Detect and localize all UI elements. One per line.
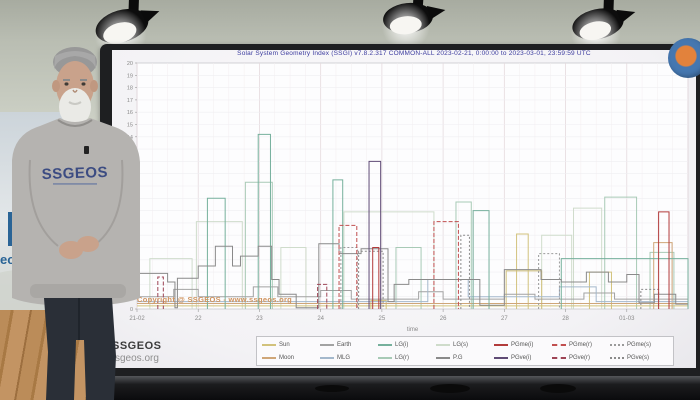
legend-label: PGve(i) [511, 354, 532, 361]
legend-swatch [494, 343, 508, 346]
board-tray [100, 376, 700, 400]
legend-label: LG(i) [395, 341, 409, 348]
eye [64, 82, 69, 86]
hair-fringe [54, 51, 96, 70]
screen-footer-url: ssgeos.org [110, 353, 159, 364]
microphone-icon [84, 146, 89, 154]
eye [81, 82, 86, 86]
chart-watermark: Copyright @ SSGEOS - www.ssgeos.org [137, 295, 293, 304]
legend-swatch [378, 356, 392, 359]
legend-item-LG(r): LG(r) [378, 355, 436, 361]
legend-item-LG(i): LG(i) [378, 342, 436, 348]
legend-label: PGve(r) [569, 354, 590, 361]
marker [540, 384, 576, 393]
legend-item-Sun: Sun [262, 342, 320, 348]
legend-label: P.G [453, 354, 463, 361]
legend-label: PGme(i) [511, 341, 534, 348]
legend-label: LG(r) [395, 354, 409, 361]
legend-label: Moon [279, 354, 295, 361]
legend-label: Sun [279, 341, 290, 348]
legend-label: PGve(s) [627, 354, 650, 361]
marker [430, 384, 470, 393]
screen-footer-brand: SSGEOS [112, 340, 162, 352]
legend-swatch [436, 356, 450, 359]
legend-item-PGme(r): PGme(r) [552, 342, 610, 348]
eyebrow [63, 79, 70, 81]
legend-swatch [436, 343, 450, 346]
chart-legend: Sun Moon Earth MLG LG(i) LG(r) LG(s) P.G PGme(i)… [256, 336, 674, 366]
background-banner: eon [0, 112, 64, 310]
banner-graphic [0, 270, 64, 310]
legend-item-Moon: Moon [262, 355, 320, 361]
legend-swatch [320, 343, 334, 346]
legend-item-PGve(r): PGve(r) [552, 355, 610, 361]
legend-swatch [552, 343, 566, 346]
eyebrow [80, 79, 87, 81]
chart-title: Solar System Geometry Index (SSGI) v7.8.… [237, 50, 591, 57]
hair [53, 47, 97, 77]
banner-partial-text: eon [0, 252, 24, 267]
legend-label: PGme(s) [627, 341, 651, 348]
legend-item-PGme(s): PGme(s) [610, 342, 668, 348]
display-screen [112, 50, 696, 368]
legend-item-LG(s): LG(s) [436, 342, 494, 348]
legend-swatch [494, 356, 508, 359]
legend-swatch [610, 343, 624, 346]
ear-icon [90, 80, 98, 92]
legend-label: Earth [337, 341, 352, 348]
legend-label: LG(s) [453, 341, 468, 348]
legend-swatch [262, 343, 276, 346]
legend-swatch [610, 356, 624, 359]
mustache [68, 101, 82, 105]
hand [77, 236, 99, 252]
legend-label: MLG [337, 354, 351, 361]
ssgeos-logo [668, 38, 700, 78]
legend-item-MLG: MLG [320, 355, 378, 361]
legend-item-P.G: P.G [436, 355, 494, 361]
legend-label: PGme(r) [569, 341, 592, 348]
display-board [100, 44, 700, 378]
legend-item-PGve(i): PGve(i) [494, 355, 552, 361]
banner-logo-block [8, 212, 32, 246]
legend-item-PGme(i): PGme(i) [494, 342, 552, 348]
legend-item-PGve(s): PGve(s) [610, 355, 668, 361]
legend-swatch [320, 356, 334, 359]
legend-swatch [262, 356, 276, 359]
face [56, 61, 94, 111]
ear-icon [52, 80, 60, 92]
legend-swatch [552, 356, 566, 359]
marker [315, 385, 349, 392]
legend-item-Earth: Earth [320, 342, 378, 348]
legend-swatch [378, 343, 392, 346]
nose [72, 89, 78, 93]
video-frame: eon 0 1 2 3 4 5 6 7 8 9 10 11 12 13 14 1… [0, 0, 700, 400]
